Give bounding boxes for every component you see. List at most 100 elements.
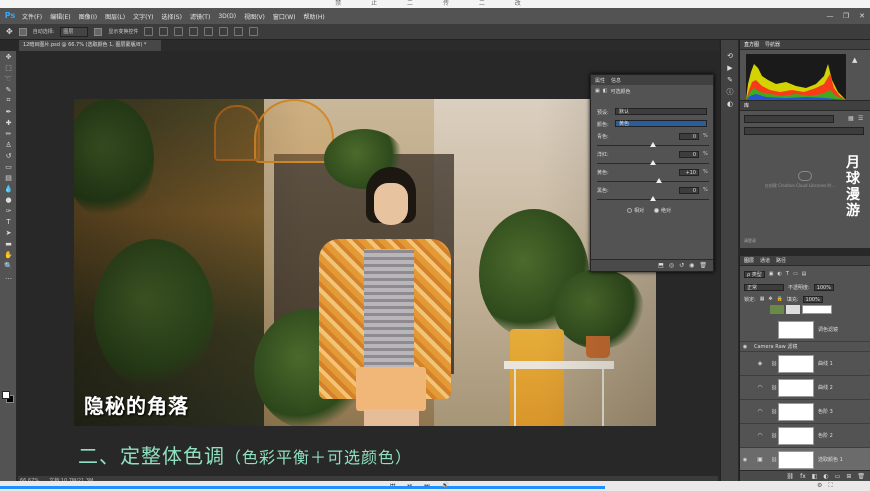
filter-adjust-icon[interactable]: ◐ <box>778 271 782 277</box>
layer-thumbnail[interactable] <box>770 305 784 314</box>
chain-link-icon[interactable]: ⛓ <box>770 433 778 439</box>
slider-yellow-thumb[interactable] <box>655 178 662 183</box>
chain-link-icon[interactable]: ⛓ <box>770 361 778 367</box>
pen-tool-icon[interactable]: ✑ <box>0 205 17 216</box>
menu-file[interactable]: 文件(F) <box>18 12 46 21</box>
visibility-eye-icon[interactable]: ◉ <box>740 344 750 350</box>
tab-histogram[interactable]: 直方图 <box>744 41 759 48</box>
actions-icon[interactable]: ▶ <box>721 62 739 74</box>
slider-black-thumb[interactable] <box>650 196 656 201</box>
blur-tool-icon[interactable]: 💧 <box>0 183 17 194</box>
filter-pixel-icon[interactable]: ▣ <box>769 271 774 277</box>
align-center-icon[interactable] <box>204 27 214 36</box>
3d-mode-icon[interactable] <box>249 27 259 36</box>
align-middle-icon[interactable] <box>159 27 169 36</box>
brush-settings-icon[interactable]: ✎ <box>721 74 739 86</box>
layer-row[interactable]: ◠ ⛓ 曲线 2 <box>740 376 870 400</box>
radio-absolute-dot[interactable] <box>654 208 660 213</box>
tab-navigator[interactable]: 导航器 <box>765 41 780 48</box>
align-top-icon[interactable] <box>144 27 154 36</box>
adjustments-icon[interactable]: ◐ <box>721 98 739 110</box>
auto-select-checkbox[interactable] <box>18 27 27 36</box>
library-search-input[interactable] <box>744 127 864 135</box>
visibility-eye-icon[interactable]: ◉ <box>740 457 750 463</box>
move-tool-icon[interactable]: ✥ <box>6 27 13 36</box>
new-layer-icon[interactable]: ⊞ <box>846 473 851 480</box>
lasso-tool-icon[interactable]: ➰ <box>0 73 17 84</box>
move-tool-icon[interactable]: ✥ <box>0 51 17 62</box>
show-transform-checkbox[interactable] <box>94 27 103 36</box>
tab-layers[interactable]: 图层 <box>744 257 754 264</box>
menu-select[interactable]: 选择(S) <box>157 12 186 21</box>
document-image[interactable]: 隐秘的角落 <box>74 99 656 426</box>
reset-icon[interactable]: ↺ <box>679 262 684 269</box>
trash-icon[interactable]: 🗑 <box>699 262 707 269</box>
slider-magenta-value[interactable]: 0 <box>679 151 699 158</box>
trash-icon[interactable]: 🗑 <box>857 473 865 480</box>
opacity-input[interactable]: 100% <box>813 283 834 291</box>
radio-relative[interactable]: 相对 <box>627 207 644 214</box>
menu-edit[interactable]: 编辑(E) <box>46 12 74 21</box>
brush-tool-icon[interactable]: ✏ <box>0 128 17 139</box>
tab-channels[interactable]: 通道 <box>760 257 770 264</box>
layer-mask-thumbnail[interactable] <box>778 378 814 397</box>
settings-icon[interactable]: ⚙ <box>817 481 822 491</box>
layer-row-selected[interactable]: ◉ ▣ ⛓ 选取颜色 1 <box>740 448 870 472</box>
tab-paths[interactable]: 路径 <box>776 257 786 264</box>
more-tools-icon[interactable]: … <box>0 271 17 282</box>
history-brush-tool-icon[interactable]: ↺ <box>0 150 17 161</box>
foreground-color-swatch[interactable] <box>2 391 10 399</box>
add-mask-icon[interactable]: ◧ <box>812 473 818 480</box>
slider-magenta-thumb[interactable] <box>650 160 656 165</box>
history-icon[interactable]: ⟲ <box>721 50 739 62</box>
menu-layer[interactable]: 图层(L) <box>101 12 129 21</box>
slider-yellow-track[interactable] <box>597 181 709 182</box>
align-right-icon[interactable] <box>219 27 229 36</box>
clip-to-layer-icon[interactable]: ⬒ <box>658 262 664 269</box>
clone-stamp-tool-icon[interactable]: ♙ <box>0 139 17 150</box>
list-view-icon[interactable]: ☰ <box>858 115 863 122</box>
play-icon[interactable]: ⏯ <box>407 481 412 491</box>
fill-input[interactable]: 100% <box>802 295 823 303</box>
filter-mask-thumbnail[interactable] <box>802 305 832 314</box>
layer-mask-thumbnail[interactable] <box>778 426 814 445</box>
new-group-icon[interactable]: ▭ <box>835 473 841 480</box>
eyedropper-tool-icon[interactable]: ✒ <box>0 106 17 117</box>
menu-filter[interactable]: 滤镜(T) <box>186 12 214 21</box>
menu-3d[interactable]: 3D(D) <box>214 13 240 20</box>
chain-link-icon[interactable]: ⛓ <box>770 385 778 391</box>
crop-tool-icon[interactable]: ⌗ <box>0 95 17 106</box>
healing-tool-icon[interactable]: ✚ <box>0 117 17 128</box>
library-dropdown[interactable] <box>744 115 834 123</box>
layer-kind-filter[interactable]: ρ 类型 <box>744 270 765 278</box>
layer-thumbnail[interactable] <box>786 305 800 314</box>
layer-name[interactable]: 曲线 2 <box>818 384 833 391</box>
quick-select-tool-icon[interactable]: ✎ <box>0 84 17 95</box>
slider-cyan-thumb[interactable] <box>650 142 656 147</box>
menu-type[interactable]: 文字(Y) <box>129 12 157 21</box>
visibility-icon[interactable]: ◉ <box>689 262 694 269</box>
link-layers-icon[interactable]: ⛓ <box>786 473 794 480</box>
volume-icon[interactable]: 🔊 <box>442 481 449 491</box>
view-previous-icon[interactable]: ◎ <box>669 262 674 269</box>
layer-mask-thumbnail[interactable] <box>778 450 814 469</box>
distribute-icon[interactable] <box>234 27 244 36</box>
marquee-tool-icon[interactable]: ⬚ <box>0 62 17 73</box>
layer-style-icon[interactable]: fx <box>800 473 806 480</box>
video-progress-bar[interactable] <box>0 486 605 489</box>
document-tab[interactable]: 12暗目图片.psd @ 66.7% (选取颜色 1, 图层蒙版/8) * <box>19 40 161 51</box>
next-icon[interactable]: ⏭ <box>424 481 429 491</box>
layer-mask-thumbnail[interactable] <box>778 402 814 421</box>
maximize-button[interactable]: ❐ <box>838 8 854 24</box>
type-tool-icon[interactable]: T <box>0 216 17 227</box>
lock-position-icon[interactable]: ✥ <box>768 296 772 302</box>
library-footer[interactable]: 请登录 <box>744 238 756 244</box>
zoom-tool-icon[interactable]: 🔍 <box>0 260 17 271</box>
dodge-tool-icon[interactable]: ● <box>0 194 17 205</box>
blend-mode-dropdown[interactable]: 正常 <box>744 283 784 291</box>
hand-tool-icon[interactable]: ✋ <box>0 249 17 260</box>
tab-library[interactable]: 库 <box>744 102 749 109</box>
radio-absolute[interactable]: 绝对 <box>654 207 671 214</box>
layer-name[interactable]: 色阶 2 <box>818 432 833 439</box>
grid-view-icon[interactable]: ▦ <box>848 115 854 122</box>
